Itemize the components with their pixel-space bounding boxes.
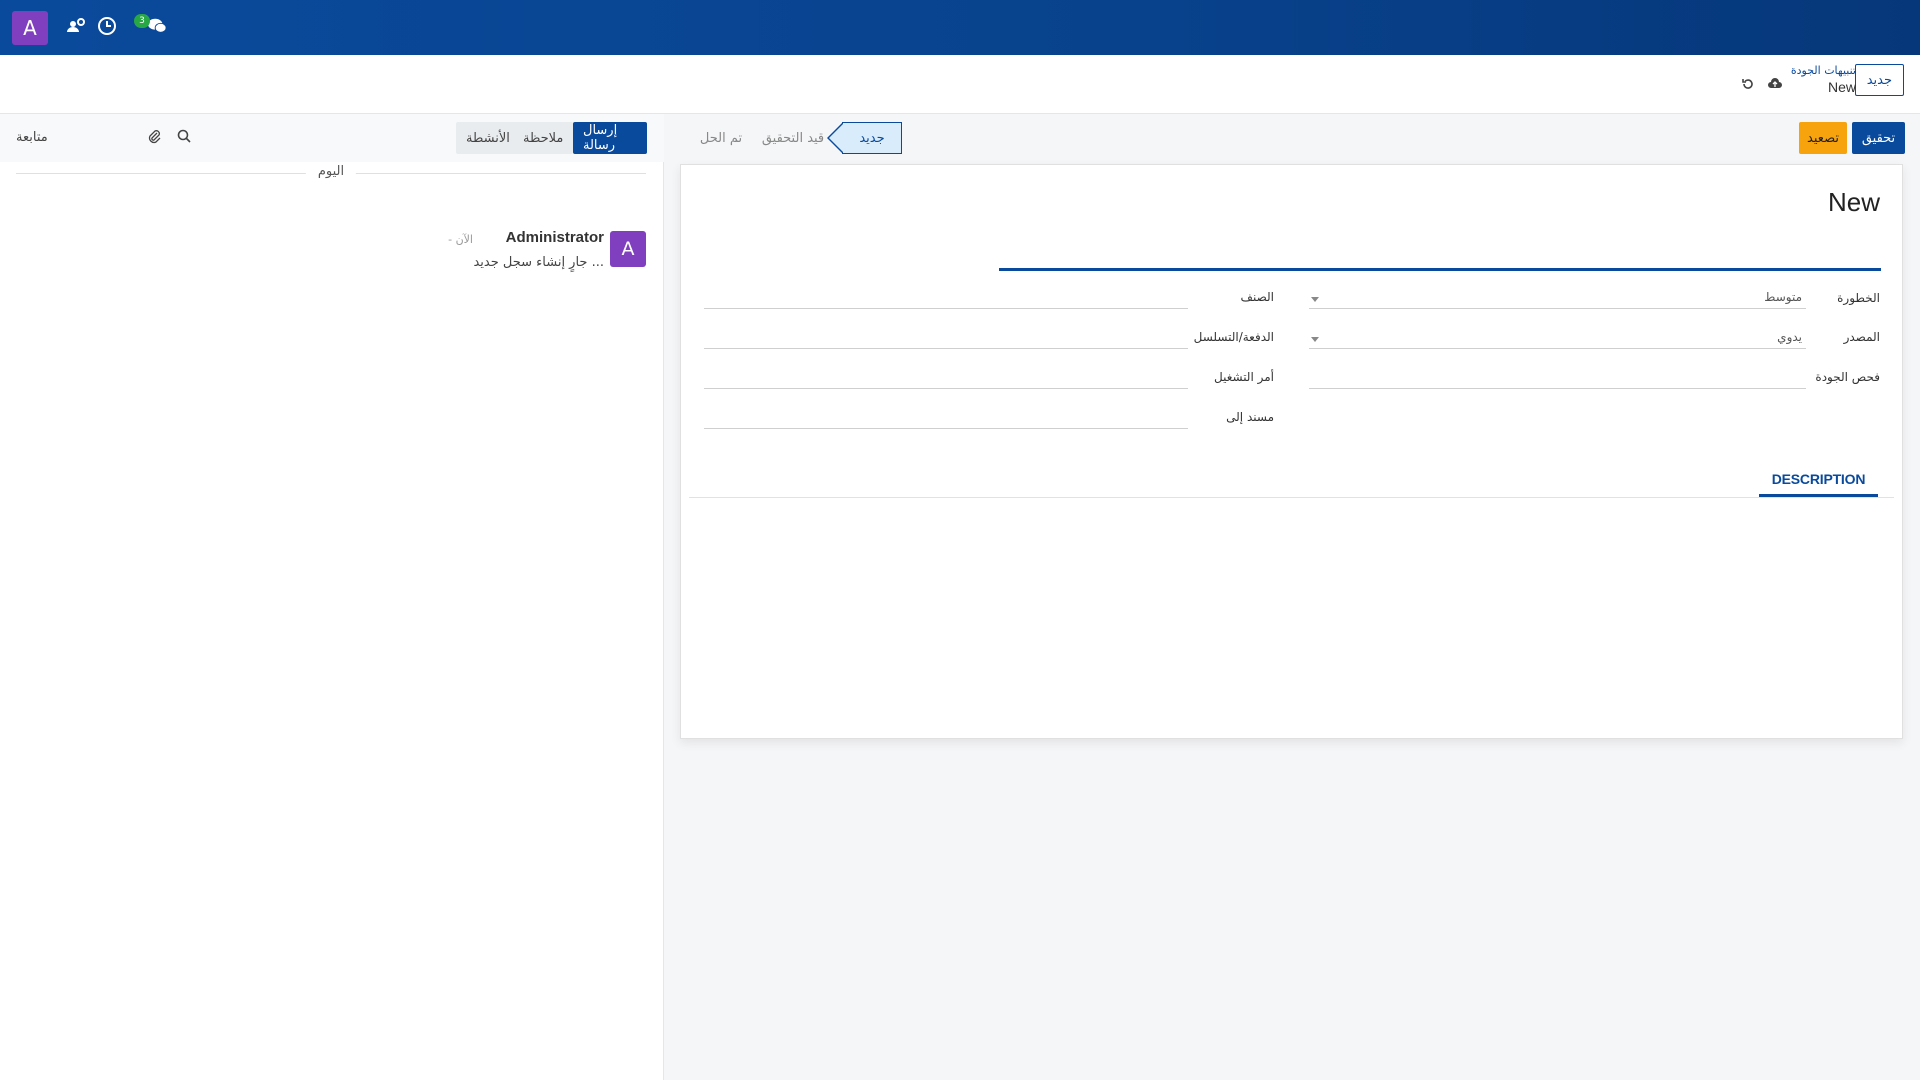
record-title[interactable]: New bbox=[1828, 187, 1880, 218]
severity-label: الخطورة bbox=[1837, 291, 1880, 305]
log-note-button[interactable]: ملاحظة bbox=[513, 122, 574, 154]
quality-check-label: فحص الجودة bbox=[1815, 370, 1880, 384]
source-label: المصدر bbox=[1843, 330, 1880, 344]
chevron-down-icon bbox=[1311, 297, 1319, 302]
clock-icon[interactable] bbox=[96, 15, 118, 37]
form-sheet: New الخطورة متوسط المصدر يدوي فحص الجودة… bbox=[680, 164, 1903, 739]
work-order-label: أمر التشغيل bbox=[1213, 370, 1274, 384]
search-icon[interactable] bbox=[176, 128, 194, 146]
lot-serial-field[interactable] bbox=[704, 325, 1188, 349]
undo-icon[interactable] bbox=[1740, 76, 1758, 94]
user-avatar[interactable]: A bbox=[12, 11, 48, 45]
source-select[interactable]: يدوي bbox=[1309, 325, 1806, 349]
investigate-button[interactable]: تحقيق bbox=[1852, 122, 1905, 154]
tab-divider bbox=[689, 497, 1894, 498]
cloud-upload-icon[interactable] bbox=[1767, 76, 1785, 94]
severity-select[interactable]: متوسط bbox=[1309, 285, 1806, 309]
message-time: - الآن bbox=[448, 233, 473, 246]
chatter-topbar: إرسال رسالة ملاحظة الأنشطة متابعة bbox=[0, 114, 664, 162]
assigned-to-field[interactable] bbox=[704, 405, 1188, 429]
chat-badge: 3 bbox=[134, 14, 150, 28]
activities-button[interactable]: الأنشطة bbox=[456, 122, 520, 154]
assigned-to-label: مسند إلى bbox=[1226, 410, 1274, 424]
message-avatar[interactable]: A bbox=[610, 231, 646, 267]
day-separator: اليوم bbox=[16, 164, 646, 184]
paperclip-icon[interactable] bbox=[146, 128, 164, 146]
product-field[interactable] bbox=[704, 285, 1188, 309]
new-button[interactable]: جديد bbox=[1854, 64, 1904, 96]
source-value: يدوي bbox=[1777, 330, 1802, 344]
stage-investigating[interactable]: قيد التحقيق bbox=[758, 122, 828, 154]
message-author[interactable]: Administrator bbox=[506, 229, 604, 246]
product-label: الصنف bbox=[1240, 290, 1274, 304]
severity-value: متوسط bbox=[1764, 290, 1802, 304]
tab-description[interactable]: DESCRIPTION bbox=[1759, 463, 1878, 497]
lot-serial-label: الدفعة/التسلسل bbox=[1193, 330, 1274, 344]
stage-new[interactable]: جديد bbox=[842, 122, 902, 154]
breadcrumb-parent[interactable]: تنبيهات الجودة bbox=[1791, 64, 1856, 78]
breadcrumb: تنبيهات الجودة New bbox=[1791, 64, 1856, 96]
title-underline bbox=[999, 268, 1881, 271]
message-body: جارٍ إنشاء سجل جديد ... bbox=[473, 255, 604, 270]
work-order-field[interactable] bbox=[704, 365, 1188, 389]
chevron-down-icon bbox=[1311, 337, 1319, 342]
follow-button[interactable]: متابعة bbox=[16, 130, 48, 145]
users-gear-icon[interactable] bbox=[65, 15, 87, 37]
chatter-panel: إرسال رسالة ملاحظة الأنشطة متابعة اليوم … bbox=[0, 114, 664, 1080]
escalate-button[interactable]: تصعيد bbox=[1799, 122, 1847, 154]
send-message-button[interactable]: إرسال رسالة bbox=[573, 122, 647, 154]
status-bar: تحقيق تصعيد جديد قيد التحقيق تم الحل bbox=[664, 114, 1920, 162]
stage-pipeline: جديد قيد التحقيق تم الحل bbox=[664, 122, 904, 154]
stage-solved[interactable]: تم الحل bbox=[688, 122, 754, 154]
breadcrumb-current: New bbox=[1827, 79, 1856, 95]
quality-check-field[interactable] bbox=[1309, 365, 1806, 389]
day-label: اليوم bbox=[305, 164, 357, 179]
control-panel: جديد تنبيهات الجودة New bbox=[0, 55, 1920, 114]
top-navbar: A 3 bbox=[0, 0, 1920, 55]
